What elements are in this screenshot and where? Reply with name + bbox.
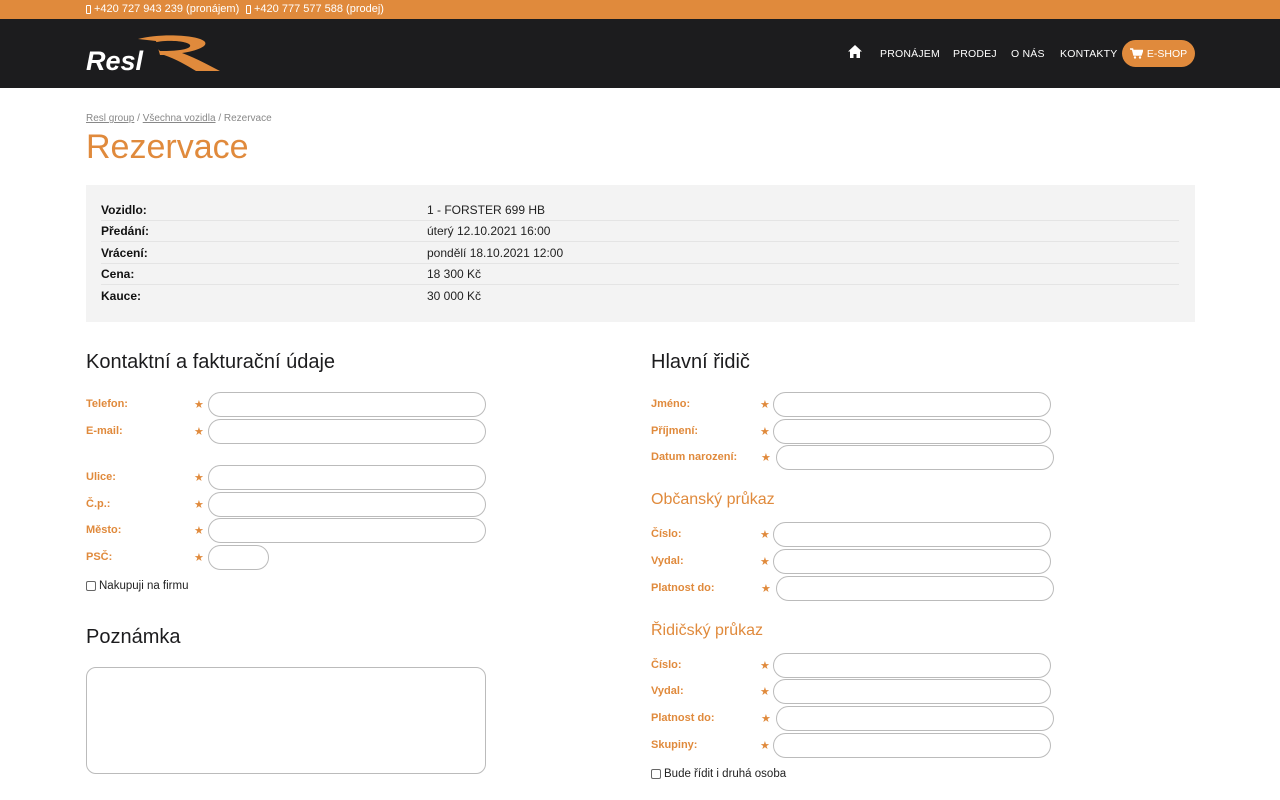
required-star-icon: ★	[194, 426, 204, 438]
license-number-input[interactable]	[773, 653, 1051, 678]
logo-text: Resl	[86, 46, 144, 75]
id-number-input[interactable]	[773, 522, 1051, 547]
street-input[interactable]	[208, 465, 486, 490]
summary-value: 1 - FORSTER 699 HB	[427, 203, 546, 217]
first-name-input[interactable]	[773, 392, 1051, 417]
email-label: E-mail:	[86, 425, 123, 437]
summary-label: Vrácení:	[101, 246, 148, 260]
required-star-icon: ★	[761, 583, 771, 595]
breadcrumb-current: Rezervace	[223, 113, 272, 124]
id-valid-until-input[interactable]	[776, 576, 1054, 601]
summary-value: úterý 12.10.2021 16:00	[427, 224, 551, 238]
summary-label: Předání:	[101, 224, 150, 238]
summary-label: Cena:	[101, 267, 135, 281]
phone-icon	[246, 4, 251, 14]
zip-label: PSČ:	[86, 551, 113, 563]
nav-kontakty[interactable]: KONTAKTY	[1060, 48, 1117, 60]
email-input[interactable]	[208, 419, 486, 444]
license-valid-until-input[interactable]	[776, 706, 1054, 731]
phone-rent[interactable]: +420 727 943 239 (pronájem)	[86, 3, 239, 15]
id-number-label: Číslo:	[651, 528, 682, 540]
page-title: Rezervace	[86, 128, 249, 166]
required-star-icon: ★	[760, 399, 770, 411]
summary-row-return: Vrácení: pondělí 18.10.2021 12:00	[101, 243, 1179, 264]
contact-section-title: Kontaktní a fakturační údaje	[86, 351, 336, 373]
id-card-title: Občanský průkaz	[651, 491, 775, 508]
street-label: Ulice:	[86, 471, 116, 483]
nav-prodej[interactable]: PRODEJ	[953, 48, 997, 60]
required-star-icon: ★	[760, 556, 770, 568]
phone-sale[interactable]: +420 777 577 588 (prodej)	[246, 3, 384, 15]
zip-input[interactable]	[208, 545, 269, 570]
phone-rent-text: +420 727 943 239 (pronájem)	[94, 3, 240, 15]
breadcrumb-resl-group[interactable]: Resl group	[86, 113, 134, 124]
first-name-label: Jméno:	[651, 398, 691, 410]
license-valid-until-label: Platnost do:	[651, 712, 715, 724]
license-number-label: Číslo:	[651, 659, 682, 671]
required-star-icon: ★	[760, 426, 770, 438]
summary-label: Vozidlo:	[101, 203, 147, 217]
breadcrumb-vsechna-vozidla[interactable]: Všechna vozidla	[143, 113, 216, 124]
city-label: Město:	[86, 524, 122, 536]
birth-date-label: Datum narození:	[651, 451, 738, 463]
license-groups-input[interactable]	[773, 733, 1051, 758]
last-name-label: Příjmení:	[651, 425, 699, 437]
site-header: Resl PRONÁJEM PRODEJ O NÁS KONTAKTY E-SH…	[0, 19, 1280, 88]
checkbox-box[interactable]	[86, 581, 96, 591]
breadcrumb: Resl group / Všechna vozidla / Rezervace	[86, 113, 272, 124]
house-number-input[interactable]	[208, 492, 486, 517]
driver-section-title: Hlavní řidič	[651, 351, 750, 373]
birth-date-input[interactable]	[776, 445, 1054, 470]
id-valid-until-label: Platnost do:	[651, 582, 715, 594]
note-section-title: Poznámka	[86, 626, 181, 648]
required-star-icon: ★	[760, 660, 770, 672]
license-groups-label: Skupiny:	[651, 739, 698, 751]
id-issuer-label: Vydal:	[651, 555, 684, 567]
eshop-label: E-SHOP	[1146, 47, 1188, 60]
required-star-icon: ★	[194, 499, 204, 511]
required-star-icon: ★	[194, 472, 204, 484]
required-star-icon: ★	[761, 452, 771, 464]
required-star-icon: ★	[761, 713, 771, 725]
summary-value: 18 300 Kč	[427, 267, 482, 281]
city-input[interactable]	[208, 518, 486, 543]
summary-value: pondělí 18.10.2021 12:00	[427, 246, 564, 260]
second-driver-checkbox[interactable]: Bude řídit i druhá osoba	[651, 768, 786, 780]
top-bar: +420 727 943 239 (pronájem) +420 777 577…	[0, 0, 1280, 19]
phone-sale-text: +420 777 577 588 (prodej)	[254, 3, 384, 15]
required-star-icon: ★	[194, 399, 204, 411]
second-driver-checkbox-label: Bude řídit i druhá osoba	[664, 768, 787, 780]
summary-row-vehicle: Vozidlo: 1 - FORSTER 699 HB	[101, 200, 1179, 221]
nav-pronajem[interactable]: PRONÁJEM	[880, 48, 940, 60]
id-issuer-input[interactable]	[773, 549, 1051, 574]
resl-logo[interactable]: Resl	[86, 33, 222, 75]
summary-label: Kauce:	[101, 288, 142, 303]
note-textarea[interactable]	[86, 667, 486, 774]
eshop-button[interactable]: E-SHOP	[1122, 40, 1195, 67]
phone-input[interactable]	[208, 392, 486, 417]
license-title: Řidičský průkaz	[651, 622, 764, 639]
home-icon[interactable]	[848, 45, 862, 58]
last-name-input[interactable]	[773, 419, 1051, 444]
cart-icon	[1129, 48, 1143, 59]
license-issuer-label: Vydal:	[651, 685, 684, 697]
summary-row-deposit: Kauce: 30 000 Kč	[101, 285, 1179, 306]
summary-row-pickup: Předání: úterý 12.10.2021 16:00	[101, 221, 1179, 242]
summary-value: 30 000 Kč	[427, 288, 482, 303]
required-star-icon: ★	[194, 525, 204, 537]
license-issuer-input[interactable]	[773, 679, 1051, 704]
house-number-label: Č.p.:	[86, 498, 111, 510]
nav-o-nas[interactable]: O NÁS	[1011, 48, 1045, 60]
reservation-summary: Vozidlo: 1 - FORSTER 699 HB Předání: úte…	[86, 185, 1195, 322]
phone-icon	[86, 4, 91, 14]
checkbox-box[interactable]	[651, 769, 661, 779]
required-star-icon: ★	[760, 740, 770, 752]
phone-label: Telefon:	[86, 398, 128, 410]
company-checkbox-label: Nakupuji na firmu	[99, 580, 189, 592]
company-checkbox[interactable]: Nakupuji na firmu	[86, 580, 188, 592]
summary-row-price: Cena: 18 300 Kč	[101, 264, 1179, 285]
required-star-icon: ★	[194, 552, 204, 564]
required-star-icon: ★	[760, 686, 770, 698]
required-star-icon: ★	[760, 529, 770, 541]
